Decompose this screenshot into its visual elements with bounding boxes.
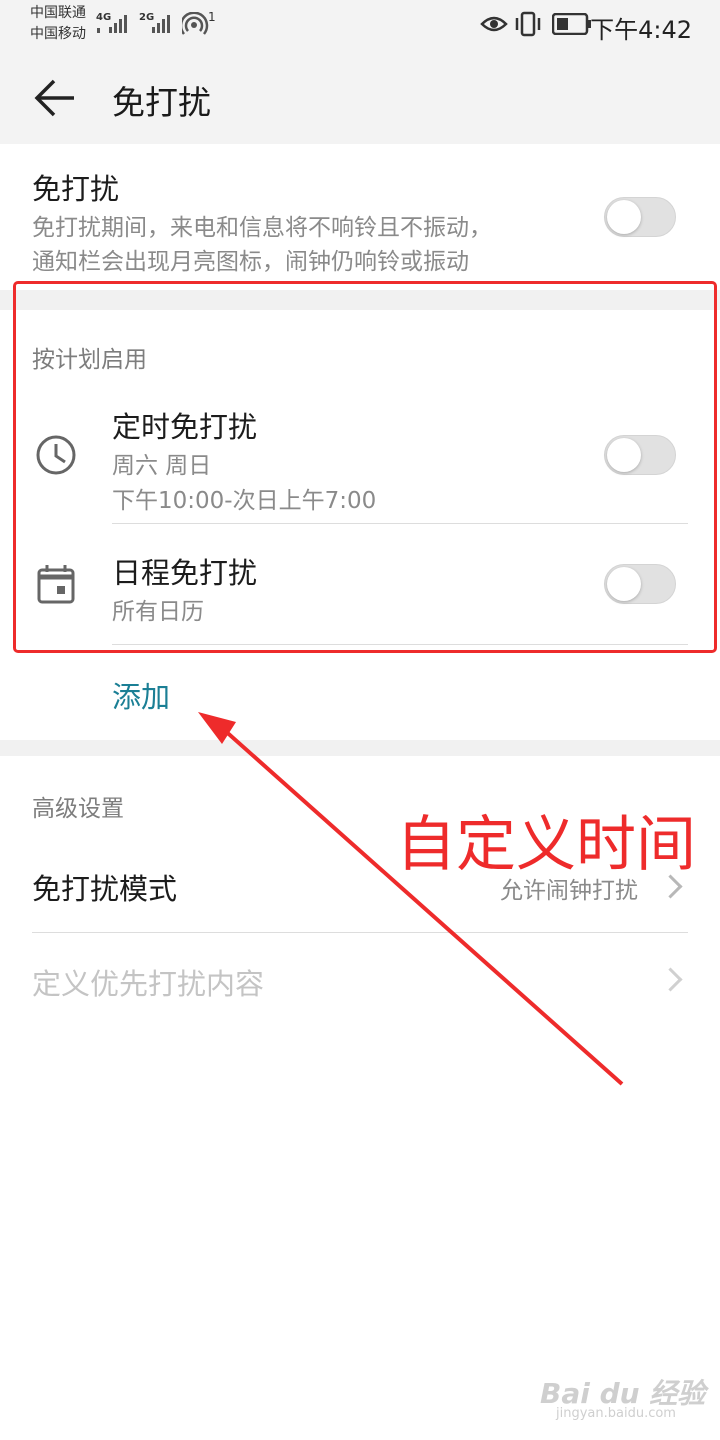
watermark-url: jingyan.baidu.com	[556, 1406, 676, 1421]
annotation-arrow	[198, 712, 624, 1086]
